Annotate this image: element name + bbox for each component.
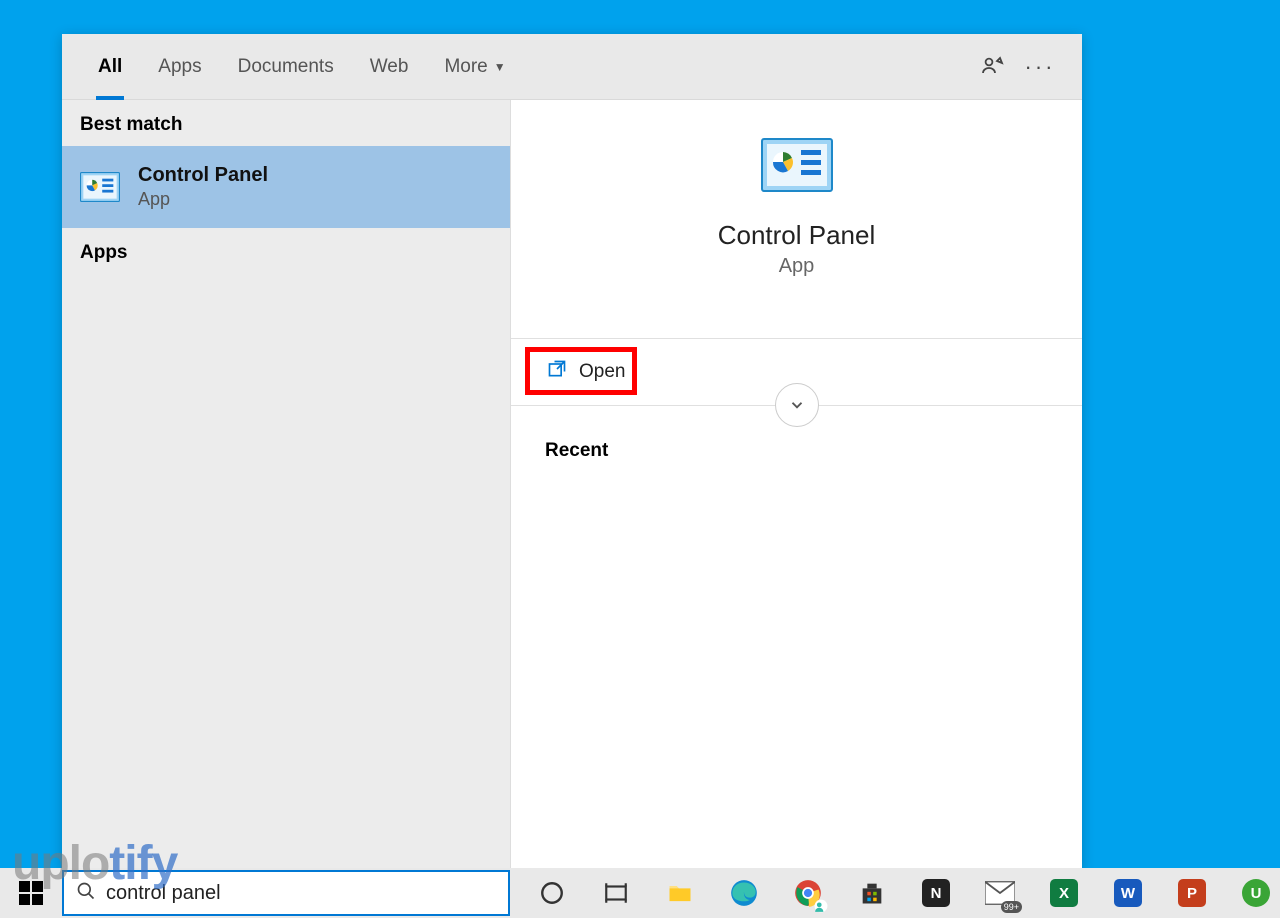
search-panel-body: Best match Contro xyxy=(62,100,1082,872)
result-control-panel[interactable]: Control Panel App xyxy=(62,146,510,228)
apps-section-label: Apps xyxy=(62,228,510,274)
result-text: Control Panel App xyxy=(138,164,268,210)
results-pane: Best match Contro xyxy=(62,100,510,872)
tab-apps-label: Apps xyxy=(158,56,201,78)
taskbar-search-input[interactable] xyxy=(106,882,496,905)
tab-all[interactable]: All xyxy=(80,35,140,99)
chrome-icon[interactable] xyxy=(792,877,824,909)
taskbar-icons: N 99+ X W P U xyxy=(536,877,1272,909)
open-icon xyxy=(547,359,567,385)
taskbar-search-box[interactable] xyxy=(62,870,510,916)
tab-documents-label: Documents xyxy=(238,56,334,78)
result-subtitle: App xyxy=(138,189,268,210)
word-icon[interactable]: W xyxy=(1112,877,1144,909)
preview-subtitle: App xyxy=(511,255,1082,278)
utorrent-icon[interactable]: U xyxy=(1240,877,1272,909)
preview-control-panel-icon xyxy=(761,138,833,192)
tab-documents[interactable]: Documents xyxy=(220,35,352,99)
search-icon xyxy=(76,881,96,906)
more-caret-icon: ▼ xyxy=(494,60,506,74)
powerpoint-icon[interactable]: P xyxy=(1176,877,1208,909)
control-panel-icon xyxy=(80,170,120,204)
mail-icon[interactable]: 99+ xyxy=(984,877,1016,909)
windows-logo-icon xyxy=(19,881,43,905)
open-button[interactable]: Open xyxy=(531,353,641,391)
file-explorer-icon[interactable] xyxy=(664,877,696,909)
preview-actions: Open xyxy=(511,338,1082,406)
taskbar: N 99+ X W P U xyxy=(0,868,1280,918)
open-label: Open xyxy=(579,361,625,383)
best-match-label: Best match xyxy=(62,100,510,146)
start-button[interactable] xyxy=(0,868,62,918)
edge-icon[interactable] xyxy=(728,877,760,909)
tab-web-label: Web xyxy=(370,56,409,78)
mail-badge: 99+ xyxy=(1001,901,1022,913)
tab-web[interactable]: Web xyxy=(352,35,427,99)
result-title: Control Panel xyxy=(138,164,268,187)
tab-more-label: More xyxy=(444,56,487,78)
ellipsis-icon[interactable]: ··· xyxy=(1016,54,1064,80)
preview-title: Control Panel xyxy=(511,220,1082,251)
preview-pane: Control Panel App Open xyxy=(510,100,1082,872)
task-view-icon[interactable] xyxy=(600,877,632,909)
windows-search-panel: All Apps Documents Web More ▼ ··· Best m… xyxy=(62,34,1082,872)
cortana-icon[interactable] xyxy=(536,877,568,909)
feedback-icon[interactable] xyxy=(968,55,1016,79)
tab-more[interactable]: More ▼ xyxy=(426,35,523,99)
search-tabs-header: All Apps Documents Web More ▼ ··· xyxy=(62,34,1082,100)
notion-icon[interactable]: N xyxy=(920,877,952,909)
tab-apps[interactable]: Apps xyxy=(140,35,219,99)
excel-icon[interactable]: X xyxy=(1048,877,1080,909)
expand-button[interactable] xyxy=(775,383,819,427)
tab-all-label: All xyxy=(98,56,122,78)
microsoft-store-icon[interactable] xyxy=(856,877,888,909)
